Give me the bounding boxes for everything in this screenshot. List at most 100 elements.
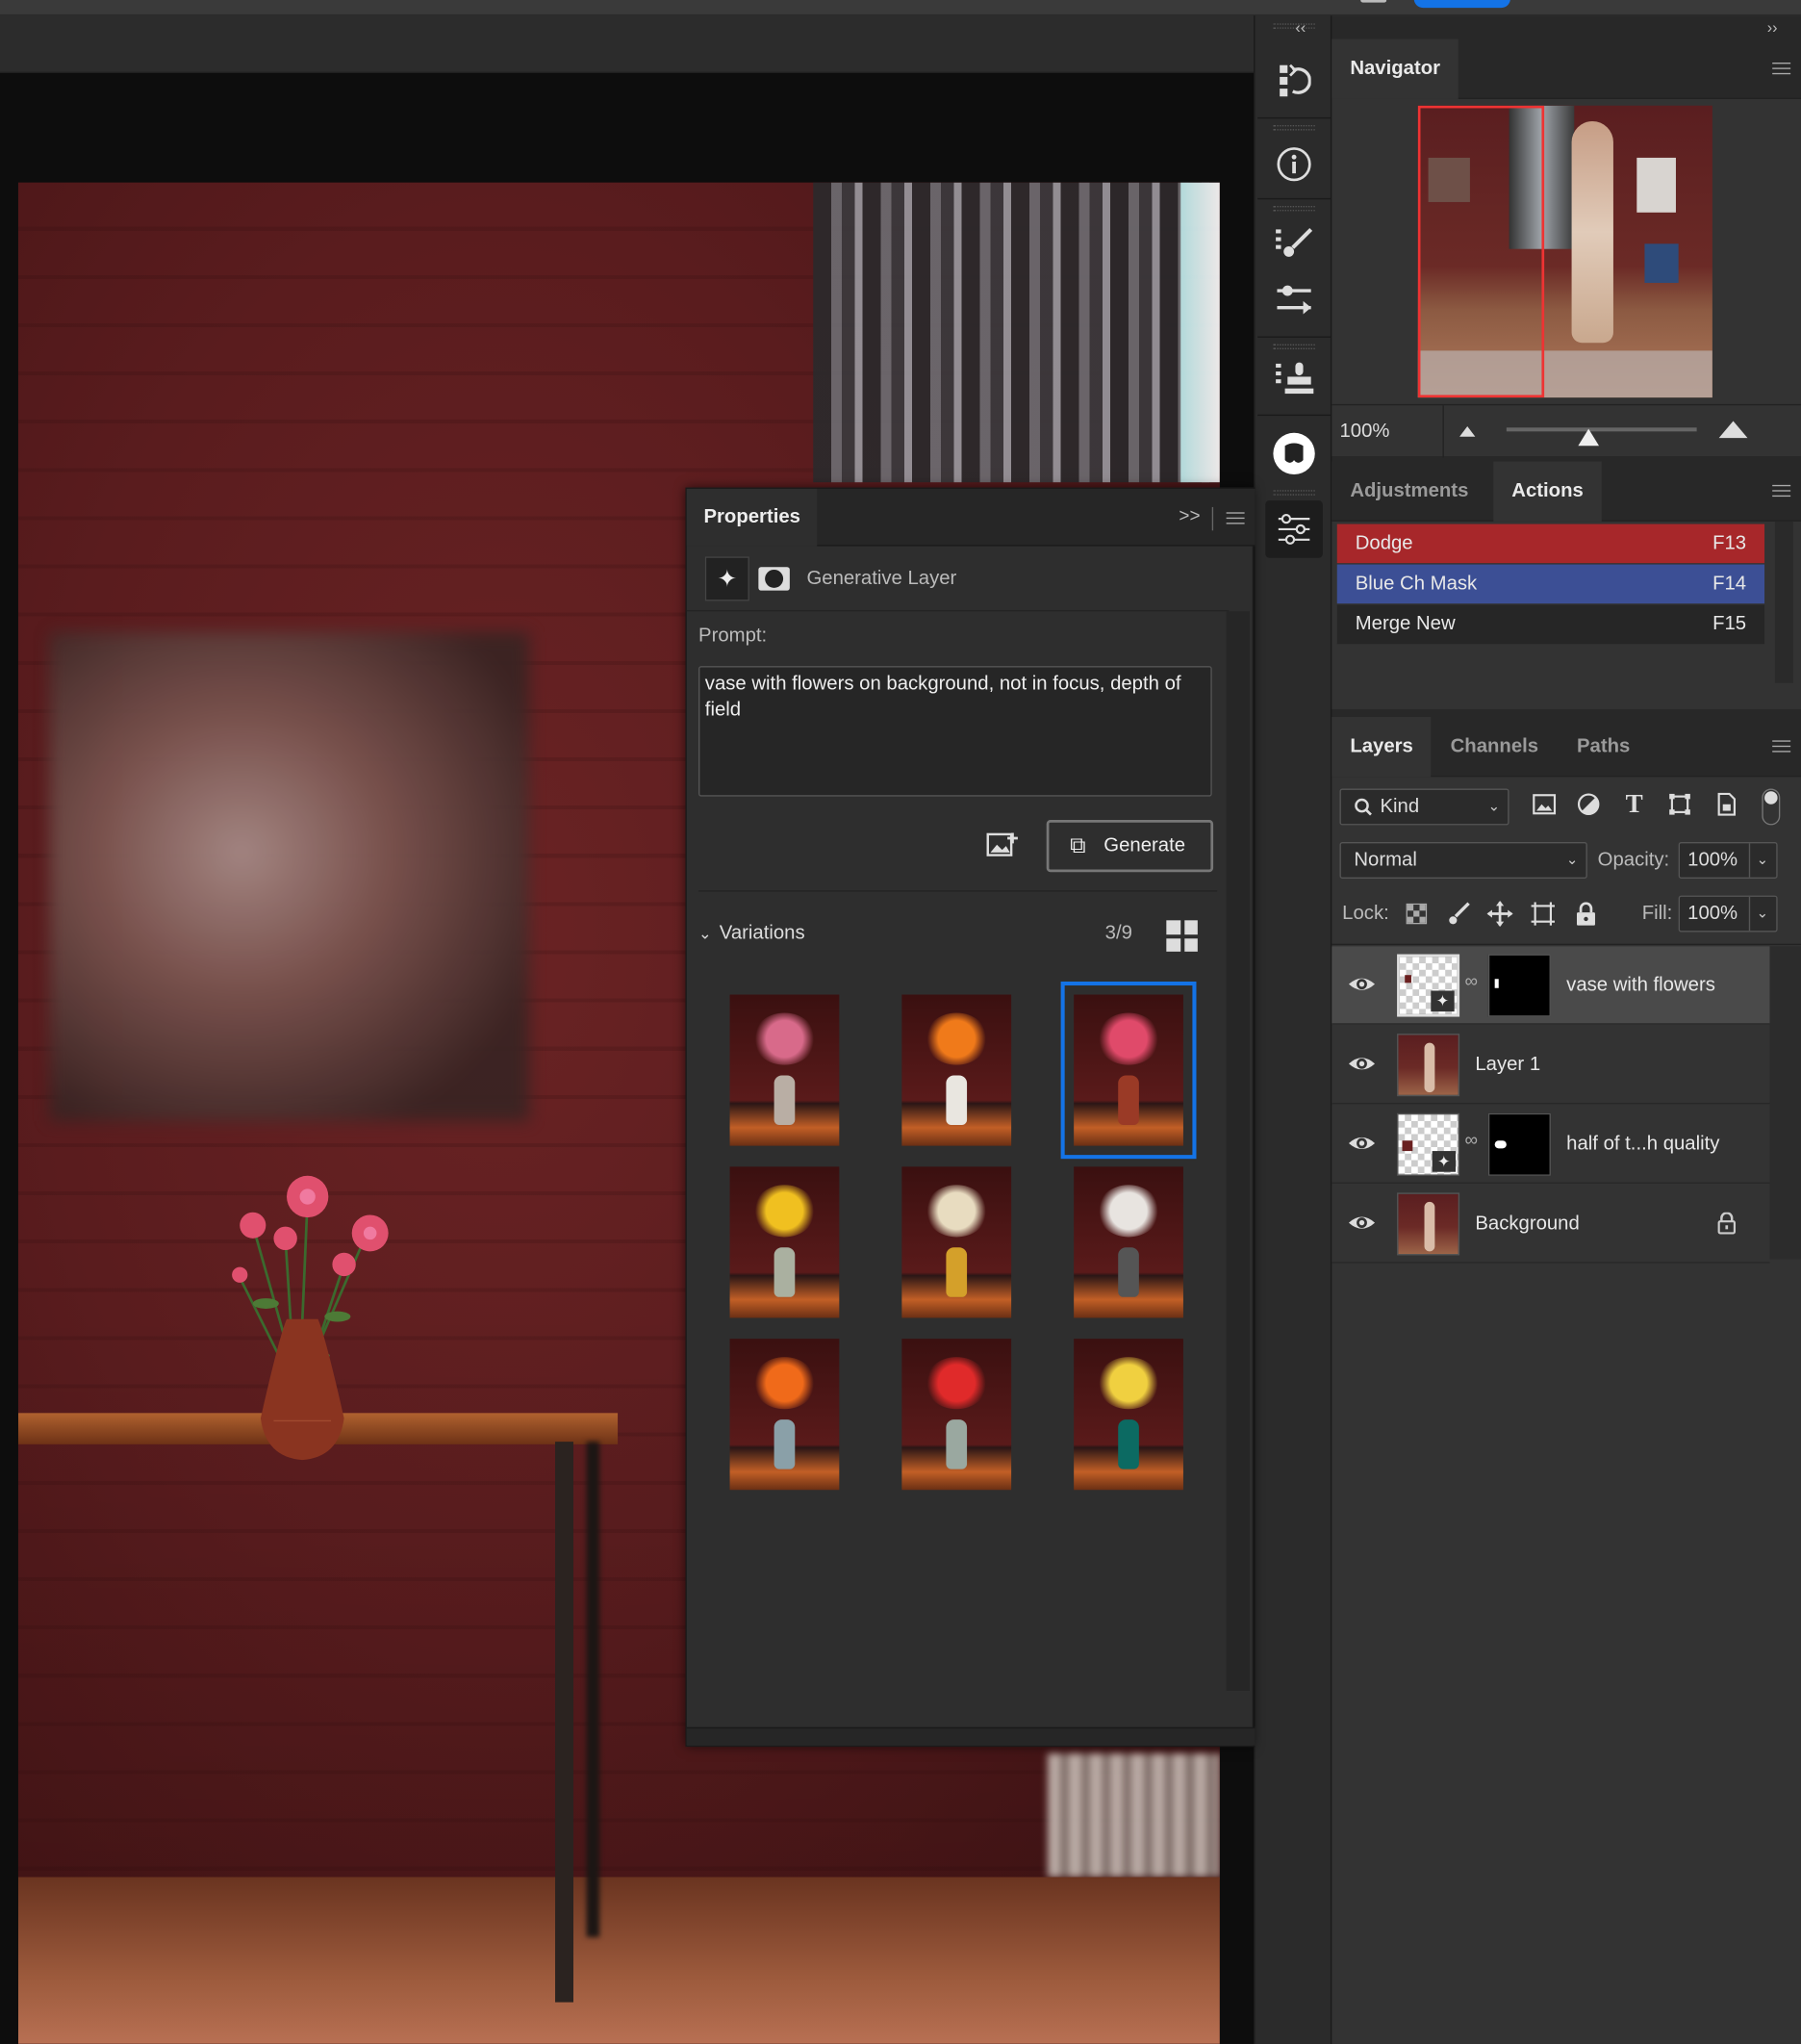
info-icon[interactable] xyxy=(1265,136,1323,193)
variation-thumbnail[interactable] xyxy=(729,1166,840,1318)
tab-adjustments[interactable]: Adjustments xyxy=(1332,462,1486,522)
layer-row[interactable]: ✦ ∞ vase with flowers xyxy=(1332,946,1770,1025)
layer-row[interactable]: ✦ ∞ half of t...h quality xyxy=(1332,1105,1770,1184)
fill-field[interactable]: 100% ⌄ xyxy=(1678,895,1778,933)
actions-panel: Adjustments Actions Dodge F13 Blue Ch Ma… xyxy=(1332,461,1801,709)
visibility-eye-icon[interactable] xyxy=(1348,970,1377,999)
collapse-right-icon[interactable]: ›› xyxy=(1767,18,1778,37)
panel-menu-icon[interactable] xyxy=(1772,740,1791,753)
actions-scrollbar[interactable] xyxy=(1774,521,1793,683)
layer-name[interactable]: half of t...h quality xyxy=(1566,1106,1719,1184)
panel-menu-icon[interactable] xyxy=(1226,512,1245,524)
generate-button[interactable]: ⧉ Generate xyxy=(1046,820,1214,873)
opacity-field[interactable]: 100% ⌄ xyxy=(1678,842,1778,879)
reference-image-icon[interactable] xyxy=(986,830,1023,864)
layer-row[interactable]: Layer 1 xyxy=(1332,1026,1770,1105)
collapse-left-icon[interactable]: ‹‹ xyxy=(1295,18,1306,37)
zoom-slider-thumb[interactable] xyxy=(1578,428,1599,447)
filter-toggle[interactable] xyxy=(1762,788,1781,826)
action-item-blue-ch-mask[interactable]: Blue Ch Mask F14 xyxy=(1336,564,1765,604)
wooden-floor xyxy=(17,1877,1220,2044)
prompt-input[interactable]: vase with flowers on background, not in … xyxy=(698,666,1212,797)
mask-link-icon[interactable]: ∞ xyxy=(1465,970,1481,1002)
smart-object-filter-icon[interactable] xyxy=(1710,787,1743,821)
action-shortcut: F13 xyxy=(1712,531,1747,554)
panel-grip[interactable] xyxy=(1273,23,1315,29)
navigator-view-box[interactable] xyxy=(1417,105,1545,398)
libraries-icon[interactable] xyxy=(1265,425,1323,483)
variation-thumbnail[interactable] xyxy=(729,1339,840,1491)
tab-layers[interactable]: Layers xyxy=(1332,717,1432,778)
layer-mask-thumbnail[interactable] xyxy=(1487,1112,1551,1176)
clone-source-icon[interactable] xyxy=(1265,349,1323,407)
visibility-eye-icon[interactable] xyxy=(1348,1129,1377,1158)
action-item-merge-new[interactable]: Merge New F15 xyxy=(1336,604,1765,645)
variation-thumbnail[interactable] xyxy=(729,994,840,1146)
filter-kind-select[interactable]: Kind ⌄ xyxy=(1339,788,1509,826)
layer-thumbnail[interactable]: ✦ xyxy=(1397,954,1460,1017)
variation-thumbnail[interactable] xyxy=(1074,1339,1183,1491)
lock-pixels-icon[interactable] xyxy=(1442,897,1476,931)
adjust-presets-icon[interactable] xyxy=(1265,271,1323,329)
panel-grip[interactable] xyxy=(1273,125,1315,131)
panel-resize-grip[interactable] xyxy=(686,1726,1256,1746)
layer-thumbnail[interactable] xyxy=(1397,1192,1460,1256)
variation-vase xyxy=(1118,1247,1139,1297)
history-icon[interactable] xyxy=(1265,52,1323,110)
tab-paths[interactable]: Paths xyxy=(1559,717,1648,777)
layer-thumbnail[interactable]: ✦ xyxy=(1397,1112,1460,1176)
panel-grip[interactable] xyxy=(1273,490,1315,496)
zoom-level-field[interactable]: 100% xyxy=(1332,405,1444,458)
visibility-eye-icon[interactable] xyxy=(1348,1049,1377,1078)
mask-icon[interactable] xyxy=(758,567,790,591)
layers-scrollbar[interactable] xyxy=(1769,946,1801,1260)
action-shortcut: F14 xyxy=(1712,572,1747,595)
variation-thumbnail[interactable] xyxy=(901,1166,1012,1318)
layer-name[interactable]: Layer 1 xyxy=(1475,1026,1540,1104)
layer-thumbnail[interactable] xyxy=(1397,1034,1460,1097)
zoom-slider[interactable] xyxy=(1506,427,1697,432)
chevron-down-icon[interactable]: ⌄ xyxy=(1748,843,1768,878)
panel-menu-icon[interactable] xyxy=(1772,484,1791,498)
generative-layer-icon[interactable]: ✦ xyxy=(704,556,749,601)
action-item-dodge[interactable]: Dodge F13 xyxy=(1336,524,1765,564)
variation-thumbnail[interactable] xyxy=(901,994,1012,1146)
tab-channels[interactable]: Channels xyxy=(1433,717,1557,777)
adjustment-layer-filter-icon[interactable] xyxy=(1572,787,1606,821)
layers-tabs: Layers Channels Paths xyxy=(1332,717,1801,778)
lock-artboard-icon[interactable] xyxy=(1526,897,1560,931)
shape-layer-filter-icon[interactable] xyxy=(1662,787,1696,821)
properties-scrollbar[interactable] xyxy=(1226,611,1251,1691)
zoom-out-icon[interactable] xyxy=(1457,422,1478,445)
variation-thumbnail[interactable] xyxy=(1074,1166,1183,1318)
grid-view-icon[interactable] xyxy=(1166,920,1198,952)
layer-name[interactable]: vase with flowers xyxy=(1566,946,1715,1024)
share-button[interactable] xyxy=(1413,0,1510,9)
panel-grip[interactable] xyxy=(1273,206,1315,212)
panel-menu-icon[interactable] xyxy=(1772,63,1791,75)
workspace-icon[interactable] xyxy=(1360,0,1387,3)
variations-header[interactable]: ⌄ Variations xyxy=(698,922,805,944)
chevron-down-icon[interactable]: ⌄ xyxy=(1748,896,1768,932)
layer-mask-thumbnail[interactable] xyxy=(1487,954,1551,1017)
mask-link-icon[interactable]: ∞ xyxy=(1465,1129,1481,1161)
pixel-layer-filter-icon[interactable] xyxy=(1528,787,1561,821)
visibility-eye-icon[interactable] xyxy=(1348,1209,1377,1238)
navigator-preview[interactable] xyxy=(1417,105,1712,398)
zoom-in-icon[interactable] xyxy=(1717,419,1749,446)
collapse-panel-icon[interactable]: >> xyxy=(1179,504,1200,525)
type-layer-filter-icon[interactable]: T xyxy=(1617,787,1651,821)
properties-title[interactable]: Properties xyxy=(686,488,818,547)
lock-all-icon[interactable] xyxy=(1569,897,1603,931)
tab-navigator[interactable]: Navigator xyxy=(1332,38,1459,99)
layer-name[interactable]: Background xyxy=(1475,1185,1579,1263)
lock-transparency-icon[interactable] xyxy=(1400,897,1433,931)
tab-actions[interactable]: Actions xyxy=(1493,461,1602,522)
lock-position-icon[interactable] xyxy=(1483,897,1516,931)
brush-presets-icon[interactable] xyxy=(1265,214,1323,271)
variation-thumbnail[interactable] xyxy=(1060,981,1197,1160)
variation-thumbnail[interactable] xyxy=(901,1339,1012,1491)
layer-row[interactable]: Background xyxy=(1332,1185,1770,1264)
blend-mode-select[interactable]: Normal ⌄ xyxy=(1339,842,1587,879)
adjustment-sliders-icon[interactable] xyxy=(1265,500,1323,558)
